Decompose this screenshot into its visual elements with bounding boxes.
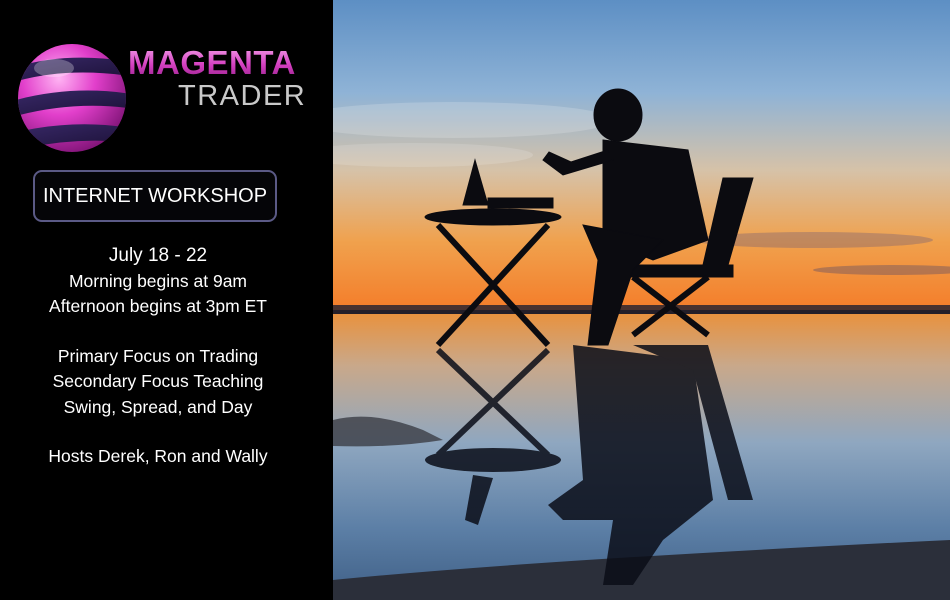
afternoon-session: Afternoon begins at 3pm ET: [49, 296, 267, 316]
primary-focus: Primary Focus on Trading: [57, 345, 259, 366]
brand-name-magenta: MAGENTA: [128, 44, 296, 81]
workshop-banner: MAGENTA TRADER INTERNET WORKSHOP July 18…: [0, 0, 950, 600]
trading-styles: Swing, Spread, and Day: [63, 396, 253, 417]
event-dates: July 18 - 22: [108, 245, 208, 266]
info-panel: MAGENTA TRADER INTERNET WORKSHOP July 18…: [0, 0, 333, 600]
brand-name-trader: TRADER: [178, 80, 307, 112]
event-details: July 18 - 22 Morning begins at 9am After…: [0, 243, 316, 470]
event-hosts: Hosts Derek, Ron and Wally: [48, 446, 268, 466]
secondary-focus: Secondary Focus Teaching: [52, 371, 264, 391]
striped-magenta-sphere-icon: [18, 44, 126, 152]
morning-session: Morning begins at 9am: [68, 270, 248, 291]
brand-logo: MAGENTA TRADER: [0, 0, 333, 160]
internet-workshop-button[interactable]: INTERNET WORKSHOP: [33, 170, 277, 222]
beach-sunset-photo: [333, 0, 950, 600]
